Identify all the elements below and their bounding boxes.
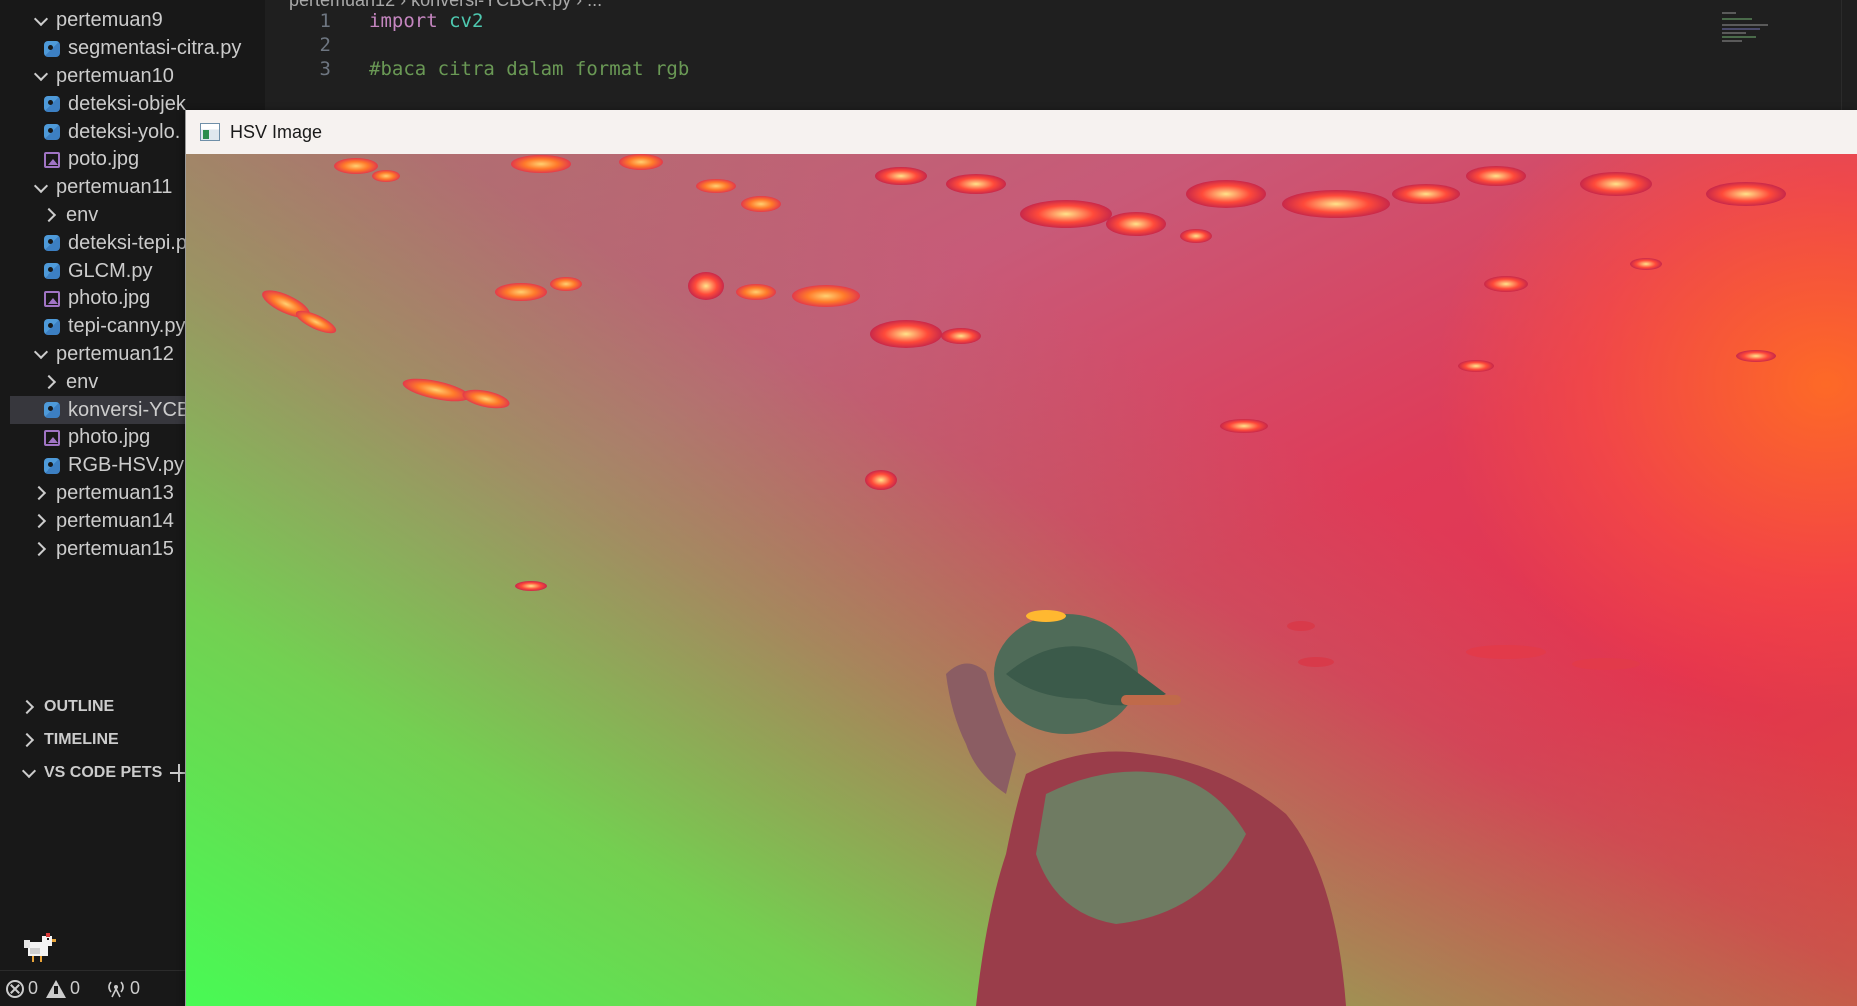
tree-item-label: pertemuan15 [56, 537, 174, 560]
problems-indicator[interactable]: 0 0 [6, 978, 80, 999]
warning-count: 0 [70, 978, 81, 998]
chevron-down-icon [34, 347, 48, 361]
chevron-right-icon [22, 700, 36, 714]
chevron-down-icon [22, 766, 36, 780]
chevron-down-icon [34, 69, 48, 83]
chevron-right-icon [44, 375, 58, 389]
line-number: 2 [319, 34, 331, 56]
code-editor[interactable]: pertemuan12 › konversi-YCBCR.py › ... 1i… [265, 0, 1857, 110]
tree-item-label: deteksi-tepi.p [68, 231, 187, 254]
tree-item-label: poto.jpg [68, 148, 140, 171]
tree-item-label: pertemuan11 [56, 176, 173, 199]
python-file-icon [44, 457, 60, 474]
chevron-right-icon [22, 733, 36, 747]
window-title: HSV Image [230, 121, 323, 142]
line-number: 1 [319, 10, 331, 32]
tree-item-label: pertemuan12 [56, 342, 174, 365]
python-file-icon [44, 96, 60, 113]
window-titlebar[interactable]: HSV Image [186, 110, 1857, 154]
opencv-window-icon [200, 123, 220, 141]
tree-item-label: env [66, 370, 99, 393]
tree-item-label: konversi-YCB [68, 398, 191, 421]
python-file-icon [44, 124, 60, 141]
tree-item-label: pertemuan10 [56, 64, 174, 87]
code-text: import cv2 [369, 10, 483, 32]
tree-item-label: deteksi-objek [68, 92, 186, 115]
python-file-icon [44, 40, 60, 57]
vs-code-pets-label: VS CODE PETS [44, 763, 163, 781]
folder-item[interactable]: pertemuan10 [10, 63, 265, 91]
tree-item-label: photo.jpg [68, 287, 151, 310]
python-file-icon [44, 318, 60, 335]
tree-item-label: pertemuan9 [56, 9, 163, 32]
image-file-icon [44, 429, 60, 446]
tree-item-label: photo.jpg [68, 426, 151, 449]
timeline-label: TIMELINE [44, 730, 119, 748]
code-text: #baca citra dalam format rgb [369, 58, 689, 80]
code-token: #baca citra dalam format rgb [369, 58, 690, 80]
minimap[interactable] [1722, 10, 1812, 50]
editor-scrollbar[interactable] [1841, 0, 1857, 110]
tree-item-label: RGB-HSV.py [68, 454, 184, 477]
tree-item-label: tepi-canny.py [68, 315, 186, 338]
error-count: 0 [28, 978, 39, 998]
outline-label: OUTLINE [44, 697, 115, 715]
chicken-pet-icon[interactable] [20, 930, 62, 966]
code-token: cv2 [449, 10, 484, 32]
chevron-down-icon [34, 14, 48, 28]
ports-count: 0 [130, 978, 141, 998]
chevron-right-icon [44, 208, 58, 222]
error-icon [6, 979, 24, 998]
image-file-icon [44, 290, 60, 307]
broadcast-icon [108, 981, 124, 997]
python-file-icon [44, 263, 60, 280]
code-token: import [369, 10, 438, 32]
python-file-icon [44, 235, 60, 252]
line-number: 3 [319, 58, 331, 80]
image-file-icon [44, 151, 60, 168]
file-item[interactable]: segmentasi-citra.py [10, 35, 265, 63]
folder-item[interactable]: pertemuan9 [10, 7, 265, 35]
hsv-image-content [262, 154, 1786, 1006]
tree-item-label: pertemuan13 [56, 481, 174, 504]
warning-icon [46, 979, 67, 998]
tree-item-label: GLCM.py [68, 259, 153, 282]
python-file-icon [44, 402, 60, 419]
status-bar: 0 0 0 [0, 970, 185, 1006]
chevron-right-icon [34, 486, 48, 500]
activity-bar [0, 0, 10, 970]
chevron-down-icon [34, 181, 48, 195]
tree-item-label: env [66, 203, 99, 226]
tree-item-label: segmentasi-citra.py [68, 37, 242, 60]
tree-item-label: deteksi-yolo. [68, 120, 181, 143]
ports-indicator[interactable]: 0 [106, 978, 140, 999]
chevron-right-icon [34, 542, 48, 556]
swimmer-figure [946, 610, 1346, 1006]
tree-item-label: pertemuan14 [56, 509, 174, 532]
chevron-right-icon [34, 514, 48, 528]
hsv-image-canvas[interactable] [186, 154, 1857, 1006]
hsv-image-window[interactable]: HSV Image [185, 110, 1857, 1006]
surface-highlights [262, 154, 1786, 670]
